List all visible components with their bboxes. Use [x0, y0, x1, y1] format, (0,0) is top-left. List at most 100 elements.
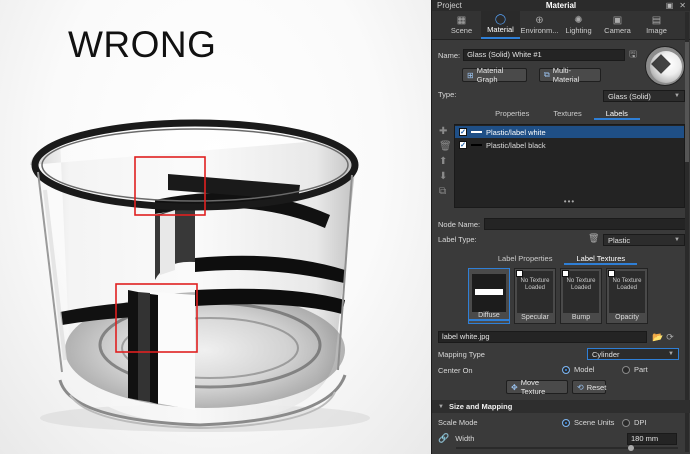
scale-mode-dpi[interactable]: DPI	[622, 418, 647, 427]
material-panel: Project Material ▣ ✕ ▦ Scene ◯ Material …	[431, 0, 690, 454]
reset-icon: ⟲	[577, 382, 584, 392]
move-icon: ✥	[511, 382, 518, 392]
move-texture-button[interactable]: ✥ Move Texture	[506, 378, 568, 396]
scene-grid-icon: ▦	[456, 15, 467, 26]
list-item[interactable]: ✓ Plastic/label black	[455, 139, 684, 151]
globe-icon: ⊕	[535, 15, 544, 26]
node-name-field[interactable]	[484, 218, 689, 230]
tab-scene[interactable]: ▦ Scene	[442, 11, 481, 39]
tab-environment[interactable]: ⊕ Environm...	[520, 11, 559, 39]
close-icon[interactable]: ✕	[679, 1, 686, 10]
center-on-part[interactable]: Part	[622, 365, 648, 374]
move-up-icon[interactable]: ⬆	[439, 156, 452, 167]
list-resize-handle[interactable]: •••	[455, 197, 684, 206]
list-item[interactable]: ✓ Plastic/label white	[455, 126, 684, 138]
tab-label-properties[interactable]: Label Properties	[486, 253, 565, 265]
texture-checkbox[interactable]	[608, 270, 615, 277]
width-label: Width	[455, 434, 475, 443]
texture-slot-opacity[interactable]: No Texture Loaded Opacity	[606, 268, 648, 324]
tab-image[interactable]: ▤ Image	[637, 11, 676, 39]
glass-render	[30, 119, 370, 432]
label-type-dropdown[interactable]: Plastic ▼	[603, 234, 685, 246]
render-viewport[interactable]: WRONG	[0, 0, 431, 454]
width-row: 🔗 Width	[438, 433, 474, 444]
radio-scene-units[interactable]	[562, 418, 570, 427]
texture-file-field[interactable]: label white.jpg	[438, 331, 647, 343]
labels-list: ✓ Plastic/label white ✓ Plastic/label bl…	[454, 124, 685, 208]
name-label: Name:	[438, 50, 461, 60]
label-type-label: Label Type:	[438, 235, 477, 244]
panel-title: Material	[545, 1, 577, 10]
material-icon: ◯	[494, 14, 507, 25]
pin-icon[interactable]: ▣	[666, 1, 674, 10]
tab-labels[interactable]: Labels	[593, 108, 640, 120]
trash-icon[interactable]: 🗑	[588, 233, 599, 244]
graph-icon: ⊞	[467, 70, 474, 80]
folder-icon[interactable]: 📂	[652, 332, 663, 343]
center-on-model[interactable]: Model	[562, 365, 594, 374]
tab-textures[interactable]: Textures	[541, 108, 593, 120]
tab-lighting[interactable]: ✺ Lighting	[559, 11, 598, 39]
image-icon: ▤	[651, 15, 662, 26]
label-swatch	[471, 144, 482, 146]
mapping-type-row: Mapping Type	[438, 350, 485, 359]
tab-properties[interactable]: Properties	[483, 108, 541, 120]
size-mapping-section[interactable]: ▼ Size and Mapping	[432, 400, 690, 413]
radio-part[interactable]	[622, 365, 630, 374]
label-checkbox[interactable]: ✓	[459, 141, 467, 149]
copy-icon[interactable]: ⧉	[439, 186, 452, 197]
save-icon[interactable]: 🖫	[629, 47, 637, 63]
chevron-down-icon: ▼	[668, 351, 674, 357]
texture-checkbox[interactable]	[562, 270, 569, 277]
material-subtabs: Properties Textures Labels	[438, 108, 685, 120]
link-icon[interactable]: 🔗	[438, 433, 449, 444]
refresh-icon[interactable]: ⟳	[666, 332, 674, 343]
center-on-label: Center On	[438, 366, 473, 375]
mapping-type-label: Mapping Type	[438, 350, 485, 359]
panel-scrollbar[interactable]	[685, 12, 689, 452]
radio-model[interactable]	[562, 365, 570, 374]
material-name-field[interactable]: Glass (Solid) White #1	[463, 49, 626, 61]
reset-button[interactable]: ⟲ Reset	[572, 380, 606, 394]
slider-handle[interactable]	[628, 445, 634, 451]
name-row: Name: Glass (Solid) White #1 🖫	[438, 47, 637, 63]
main-tabs: ▦ Scene ◯ Material ⊕ Environm... ✺ Light…	[432, 11, 690, 40]
tab-material[interactable]: ◯ Material	[481, 11, 520, 39]
material-graph-button[interactable]: ⊞ Material Graph	[462, 66, 527, 84]
camera-icon: ▣	[612, 15, 623, 26]
center-on-row: Center On	[438, 366, 473, 375]
width-field[interactable]: 180 mm	[627, 433, 677, 445]
chevron-down-icon: ▼	[438, 403, 444, 410]
scale-mode-label: Scale Mode	[438, 418, 478, 427]
label-subtabs: Label Properties Label Textures	[438, 253, 685, 265]
mapping-type-dropdown[interactable]: Cylinder ▼	[587, 348, 679, 360]
type-row: Type:	[438, 90, 456, 99]
add-icon[interactable]: ✚	[439, 126, 452, 137]
chevron-down-icon: ▼	[674, 93, 680, 99]
type-dropdown[interactable]: Glass (Solid) ▼	[603, 90, 685, 102]
tab-label-textures[interactable]: Label Textures	[564, 253, 638, 265]
label-type-row: Label Type:	[438, 235, 477, 244]
material-preview[interactable]	[645, 46, 685, 86]
trash-icon[interactable]: 🗑	[439, 141, 452, 152]
width-slider[interactable]	[456, 445, 678, 451]
panel-topbar: Project Material ▣ ✕	[432, 0, 690, 11]
node-name-label: Node Name:	[438, 219, 481, 229]
graph-buttons: ⊞ Material Graph ⧉ Multi-Material	[462, 66, 601, 84]
move-down-icon[interactable]: ⬇	[439, 171, 452, 182]
label-list-tools: ✚ 🗑 ⬆ ⬇ ⧉	[439, 126, 452, 197]
label-checkbox[interactable]: ✓	[459, 128, 467, 136]
texture-slot-diffuse[interactable]: Diffuse	[468, 268, 510, 324]
texture-slot-specular[interactable]: No Texture Loaded Specular	[514, 268, 556, 324]
scale-mode-row: Scale Mode	[438, 418, 478, 427]
radio-dpi[interactable]	[622, 418, 630, 427]
tab-camera[interactable]: ▣ Camera	[598, 11, 637, 39]
type-label: Type:	[438, 90, 457, 99]
texture-slots: Diffuse No Texture Loaded Specular No Te…	[468, 268, 648, 324]
texture-slot-bump[interactable]: No Texture Loaded Bump	[560, 268, 602, 324]
texture-checkbox[interactable]	[516, 270, 523, 277]
chevron-down-icon: ▼	[674, 237, 680, 243]
texture-file-row: label white.jpg 📂 ⟳	[438, 331, 674, 343]
scale-mode-scene-units[interactable]: Scene Units	[562, 418, 614, 427]
multi-material-button[interactable]: ⧉ Multi-Material	[539, 66, 601, 84]
